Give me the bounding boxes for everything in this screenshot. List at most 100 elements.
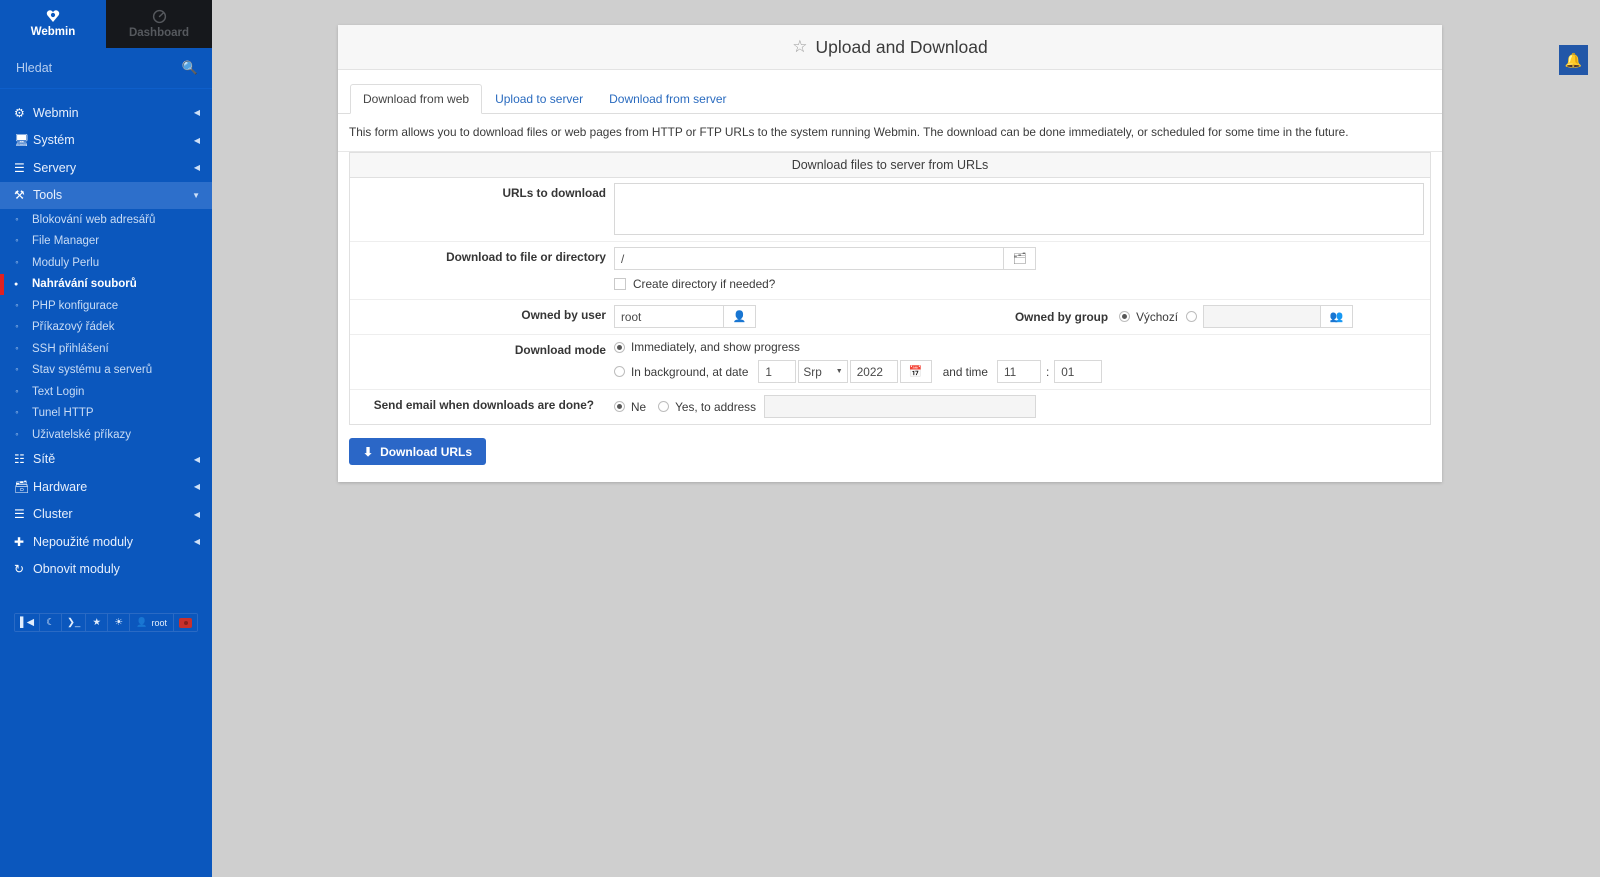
- layers-icon: ☰: [14, 507, 25, 522]
- sidebar-item-system-label: Systém: [33, 133, 75, 148]
- monitor-icon: 🖥: [14, 133, 30, 148]
- sidebar-top-tabs: Webmin Dashboard: [0, 0, 212, 48]
- tab-download-from-server[interactable]: Download from server: [596, 84, 739, 114]
- destination-label: Download to file or directory: [446, 250, 606, 264]
- sidebar-subitem-label: Příkazový řádek: [32, 321, 115, 334]
- destination-input[interactable]: [614, 247, 1004, 270]
- send-email-yes-radio[interactable]: [658, 401, 670, 412]
- hardware-icon: 🗃: [14, 479, 30, 494]
- bullet-icon: ⚬: [14, 345, 20, 353]
- send-email-address-input[interactable]: [763, 395, 1036, 418]
- search-icon[interactable]: 🔍: [182, 60, 198, 76]
- file-chooser-icon[interactable]: 🗂: [1004, 247, 1036, 270]
- sidebar-item-ssh-prihlaseni[interactable]: ⚬ SSH přihlášení: [0, 338, 212, 360]
- sidebar-item-tunel-http[interactable]: ⚬ Tunel HTTP: [0, 403, 212, 425]
- logout-button[interactable]: [174, 614, 198, 631]
- sidebar-item-stav-systemu[interactable]: ⚬ Stav systému a serverů: [0, 360, 212, 382]
- tab-download-from-web[interactable]: Download from web: [350, 84, 483, 114]
- schedule-year-input[interactable]: [849, 360, 898, 383]
- download-mode-background-radio[interactable]: [614, 366, 625, 377]
- create-directory-checkbox[interactable]: [614, 278, 626, 290]
- schedule-month-value: Srp: [803, 364, 822, 379]
- user-chooser-icon[interactable]: 👤: [724, 305, 756, 328]
- main-content: 🔔 ☆ Upload and Download Download from we…: [212, 0, 1600, 877]
- download-mode-immediate-radio[interactable]: [614, 341, 625, 353]
- sidebar-tab-webmin[interactable]: Webmin: [0, 0, 106, 48]
- owned-by-group-default-label: Výchozí: [1136, 309, 1179, 324]
- chevron-left-icon: ◀: [193, 537, 200, 547]
- schedule-month-select[interactable]: Srp ▼: [798, 360, 848, 383]
- schedule-day-input[interactable]: [758, 360, 797, 383]
- tab-download-from-web-label: Download from web: [363, 92, 470, 106]
- owned-by-group-default-radio[interactable]: [1119, 311, 1131, 322]
- chevron-left-icon: ◀: [193, 509, 200, 519]
- star-outline-icon[interactable]: ☆: [792, 37, 807, 57]
- sidebar-subitem-label: Uživatelské příkazy: [32, 428, 132, 441]
- bullet-icon: ⚬: [14, 216, 20, 224]
- sidebar-subitem-label: Text Login: [32, 385, 85, 398]
- time-separator: :: [1045, 364, 1050, 379]
- sidebar-tab-dashboard-label: Dashboard: [128, 26, 190, 39]
- schedule-minute-input[interactable]: [1054, 360, 1103, 383]
- send-email-label: Send email when downloads are done?: [373, 398, 594, 412]
- send-email-no-radio[interactable]: [614, 401, 625, 412]
- send-email-yes-label: Yes, to address: [675, 399, 756, 414]
- sidebar-item-webmin-label: Webmin: [33, 105, 79, 120]
- sidebar-item-prikazovy-radek[interactable]: ⚬ Příkazový řádek: [0, 317, 212, 339]
- panel-title: Download files to server from URLs: [350, 153, 1430, 178]
- favorites-star-icon[interactable]: ★: [86, 614, 109, 631]
- bullet-icon: ⚬: [14, 388, 20, 396]
- owned-by-group-custom-radio[interactable]: [1186, 311, 1198, 322]
- sidebar-item-php-konfigurace[interactable]: ⚬ PHP konfigurace: [0, 295, 212, 317]
- dashboard-gauge-icon: [152, 9, 166, 23]
- sidebar-item-uzivatelske-prikazy[interactable]: ⚬ Uživatelské příkazy: [0, 424, 212, 446]
- tab-upload-to-server-label: Upload to server: [495, 92, 584, 106]
- sidebar-item-system[interactable]: 🖥 Systém ◀: [0, 127, 212, 155]
- sidebar-search[interactable]: 🔍: [0, 48, 212, 89]
- tab-upload-to-server[interactable]: Upload to server: [482, 84, 596, 114]
- sidebar-subitem-label: File Manager: [32, 235, 100, 248]
- sidebar-nav: ⚙ Webmin ◀ 🖥 Systém ◀ ☰ Servery ◀ ⚒ Tool…: [0, 89, 212, 583]
- owned-by-user-input[interactable]: [614, 305, 724, 328]
- tools-icon: ⚒: [14, 188, 25, 203]
- schedule-hour-input[interactable]: [996, 360, 1041, 383]
- sidebar-item-tools[interactable]: ⚒ Tools ▼: [0, 181, 212, 209]
- sidebar-subitem-label: Stav systému a serverů: [32, 364, 153, 377]
- sidebar-item-moduly-perlu[interactable]: ⚬ Moduly Perlu: [0, 252, 212, 274]
- sidebar-item-servers-label: Servery: [33, 160, 77, 175]
- sidebar-item-site[interactable]: ☷ Sítě ◀: [0, 446, 212, 474]
- sidebar-item-hardware[interactable]: 🗃 Hardware ◀: [0, 473, 212, 501]
- current-user[interactable]: 👤 root: [130, 614, 175, 631]
- owned-by-group-input[interactable]: [1203, 305, 1322, 328]
- current-user-label: root: [151, 617, 168, 628]
- download-icon: ⬇: [363, 444, 374, 459]
- sidebar-item-obnovit-moduly[interactable]: ↻ Obnovit moduly: [0, 556, 212, 584]
- download-urls-button[interactable]: ⬇ Download URLs: [349, 438, 487, 465]
- theme-palette-icon[interactable]: ☀: [108, 614, 131, 631]
- group-chooser-icon[interactable]: 👥: [1321, 305, 1354, 328]
- sidebar-item-cluster[interactable]: ☰ Cluster ◀: [0, 501, 212, 529]
- dark-mode-icon[interactable]: ☾: [40, 614, 63, 631]
- sidebar-tab-dashboard[interactable]: Dashboard: [106, 0, 212, 48]
- server-icon: ☰: [14, 160, 25, 175]
- sidebar-item-servers[interactable]: ☰ Servery ◀: [0, 154, 212, 182]
- sidebar-item-tools-label: Tools: [33, 188, 63, 203]
- urls-label: URLs to download: [502, 186, 606, 200]
- urls-textarea[interactable]: [614, 183, 1424, 235]
- user-icon: 👤: [136, 617, 148, 627]
- notifications-button[interactable]: 🔔: [1559, 45, 1588, 75]
- sidebar-item-blokovani-web-adresaru[interactable]: ⚬ Blokování web adresářů: [0, 209, 212, 231]
- panel-body: URLs to download Download to file or dir…: [350, 178, 1430, 424]
- sidebar-item-text-login[interactable]: ⚬ Text Login: [0, 381, 212, 403]
- sidebar-item-nepouzite-moduly[interactable]: ✚ Nepoužité moduly ◀: [0, 528, 212, 556]
- sidebar-item-webmin[interactable]: ⚙ Webmin ◀: [0, 99, 212, 127]
- gear-icon: ⚙: [14, 105, 25, 120]
- collapse-sidebar-icon[interactable]: ▌◀: [15, 614, 41, 631]
- calendar-icon[interactable]: 📅: [899, 360, 932, 383]
- sidebar-item-nahravani-souboru[interactable]: ● Nahrávání souborů: [0, 273, 212, 296]
- search-input[interactable]: [14, 60, 182, 76]
- chevron-left-icon: ◀: [193, 482, 200, 492]
- form-description: This form allows you to download files o…: [338, 114, 1442, 152]
- sidebar-item-file-manager[interactable]: ⚬ File Manager: [0, 231, 212, 253]
- terminal-icon[interactable]: ❯_: [62, 614, 87, 631]
